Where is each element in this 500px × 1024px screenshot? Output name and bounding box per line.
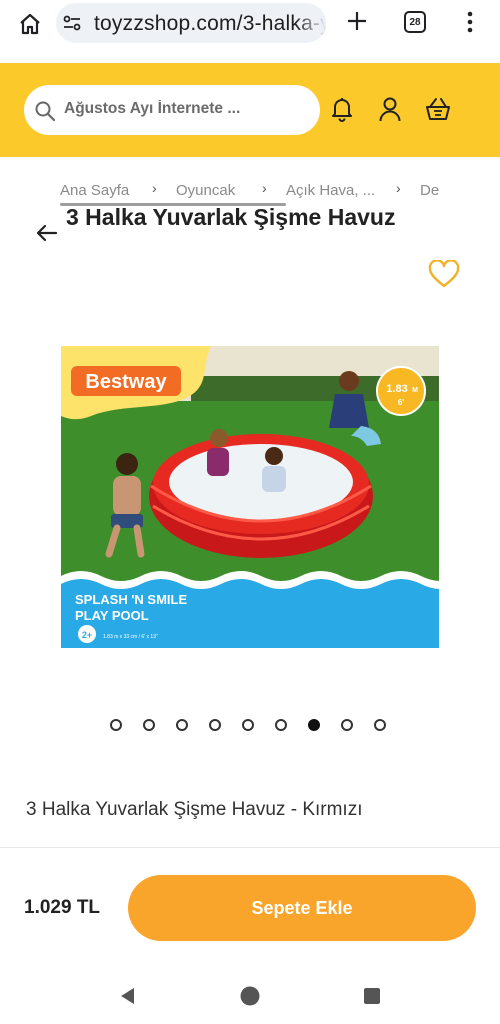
new-tab-icon[interactable] — [342, 6, 372, 36]
image-tagline-2: PLAY POOL — [75, 608, 149, 623]
size-badge-value: 1.83 — [386, 383, 407, 395]
favorite-heart-icon[interactable] — [426, 257, 462, 291]
figure-child-head — [210, 429, 228, 447]
more-options-icon[interactable] — [458, 8, 482, 36]
carousel-dot[interactable] — [275, 719, 287, 731]
age-badge-text: 2+ — [82, 630, 92, 640]
brand-logo: Bestway — [85, 371, 167, 393]
size-badge-feet: 6' — [398, 398, 404, 407]
breadcrumb-item[interactable]: De — [420, 182, 439, 199]
user-account-icon[interactable] — [375, 94, 405, 124]
carousel-dot[interactable] — [143, 719, 155, 731]
breadcrumb-item[interactable]: Oyuncak — [176, 182, 235, 199]
back-arrow-icon[interactable] — [34, 220, 60, 246]
browser-toolbar: toyzzshop.com/3-halka-yuvarlak-sisme-hav… — [0, 0, 500, 58]
figure-woman-head — [339, 371, 359, 391]
figure-boy-body — [113, 476, 141, 516]
figure-child-body — [207, 448, 229, 476]
carousel-dot[interactable] — [110, 719, 122, 731]
purchase-bar: 1.029 TL Sepete Ekle — [0, 847, 500, 965]
page-title: 3 Halka Yuvarlak Şişme Havuz — [66, 204, 396, 230]
chevron-right-icon: › — [396, 180, 401, 196]
add-to-cart-button[interactable]: Sepete Ekle — [128, 875, 476, 941]
carousel-dot[interactable] — [341, 719, 353, 731]
carousel-dot[interactable] — [209, 719, 221, 731]
figure-boy-head — [116, 453, 138, 475]
recent-apps-square-icon[interactable] — [360, 984, 384, 1008]
figure-woman-body — [329, 394, 369, 428]
image-tagline-1: SPLASH 'N SMILE — [75, 592, 187, 607]
url-fade — [296, 3, 326, 43]
carousel-dot[interactable] — [242, 719, 254, 731]
home-icon[interactable] — [12, 6, 48, 42]
carousel-dot[interactable] — [176, 719, 188, 731]
tab-switcher-button[interactable]: 28 — [404, 11, 426, 33]
breadcrumb-item[interactable]: Ana Sayfa — [60, 182, 129, 199]
shopping-basket-icon[interactable] — [423, 94, 453, 124]
figure-boy-leg — [133, 524, 145, 558]
address-bar[interactable]: toyzzshop.com/3-halka-yuvarlak-sisme-hav… — [56, 3, 326, 43]
size-badge-unit: M — [412, 387, 418, 394]
back-triangle-icon[interactable] — [115, 984, 139, 1008]
notification-bell-icon[interactable] — [327, 94, 357, 124]
search-input[interactable]: Ağustos Ayı İnternete ... — [64, 100, 304, 118]
carousel-dot[interactable] — [308, 719, 320, 731]
figure-child-body — [262, 466, 286, 492]
carousel-dots — [110, 718, 400, 734]
home-circle-icon[interactable] — [238, 984, 262, 1008]
url-text[interactable]: toyzzshop.com/3-halka-yuvarlak-sisme-hav… — [94, 12, 326, 36]
search-box[interactable]: Ağustos Ayı İnternete ... — [24, 85, 320, 135]
breadcrumb-item[interactable]: Açık Hava, ... — [286, 182, 375, 199]
system-navigation-bar — [0, 968, 500, 1024]
search-icon — [34, 100, 56, 122]
site-info-icon[interactable] — [62, 13, 82, 33]
site-header: Ağustos Ayı İnternete ... — [0, 63, 500, 157]
product-full-name: 3 Halka Yuvarlak Şişme Havuz - Kırmızı — [26, 799, 363, 820]
carousel-dot[interactable] — [374, 719, 386, 731]
chevron-right-icon: › — [152, 180, 157, 196]
image-dims: 1.83 m x 33 cm / 6' x 13" — [103, 634, 158, 640]
product-image[interactable]: Bestway 1.83 M 6' SPLASH 'N SMILE PLAY P… — [61, 346, 439, 648]
price: 1.029 TL — [24, 897, 101, 918]
breadcrumb: Ana Sayfa › Oyuncak › Açık Hava, ... › D… — [0, 180, 440, 204]
chevron-right-icon: › — [262, 180, 267, 196]
figure-child-head — [265, 447, 283, 465]
